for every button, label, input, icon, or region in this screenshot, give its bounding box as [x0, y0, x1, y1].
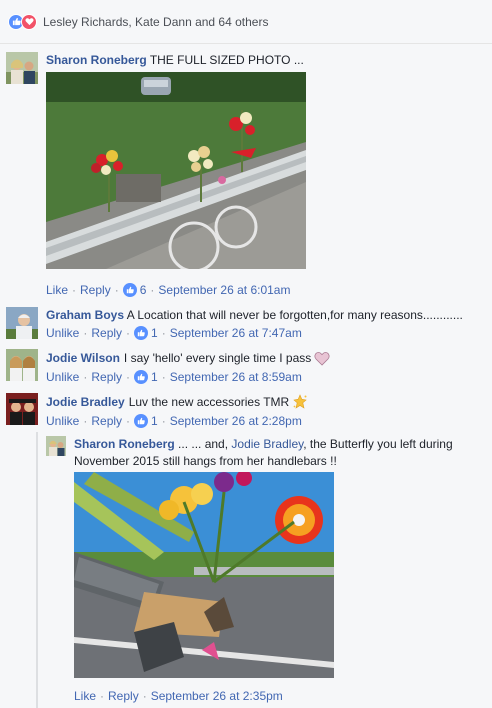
- comment-author[interactable]: Jodie Wilson: [46, 350, 120, 366]
- reply-thread-line: [36, 432, 38, 708]
- like-count[interactable]: 1: [151, 414, 158, 428]
- comment-item: Graham Boys A Location that will never b…: [0, 300, 492, 344]
- like-count-icon[interactable]: [134, 370, 149, 384]
- separator: ·: [142, 689, 147, 703]
- comment-timestamp[interactable]: September 26 at 8:59am: [170, 370, 302, 384]
- like-count-icon[interactable]: [122, 283, 137, 297]
- comment-timestamp[interactable]: September 26 at 2:28pm: [170, 414, 302, 428]
- reply-item: Sharon Roneberg ... ... and, Jodie Bradl…: [40, 432, 492, 708]
- separator: ·: [150, 283, 155, 297]
- reply-author[interactable]: Sharon Roneberg: [74, 437, 175, 451]
- like-count[interactable]: 6: [140, 283, 147, 297]
- comment-actions: Like · Reply · 6 · September 26 at 6:01a…: [46, 283, 290, 297]
- separator: ·: [83, 414, 88, 428]
- comment-item: Jodie Wilson I say 'hello' every single …: [0, 344, 492, 388]
- separator: ·: [83, 326, 88, 340]
- like-count-icon[interactable]: [134, 414, 149, 428]
- comment-item: Jodie Bradley Luv the new accessories TM…: [0, 388, 492, 432]
- avatar[interactable]: [6, 393, 38, 425]
- separator: ·: [126, 414, 131, 428]
- reply-button[interactable]: Reply: [80, 283, 111, 297]
- separator: ·: [114, 283, 119, 297]
- reply-button[interactable]: Reply: [91, 370, 122, 384]
- separator: ·: [100, 689, 105, 703]
- like-count-icon[interactable]: [134, 326, 149, 340]
- separator: ·: [161, 326, 166, 340]
- avatar[interactable]: [46, 436, 66, 456]
- reply-button[interactable]: Reply: [108, 689, 139, 703]
- reply-text-line2: November 2015 still hangs from her handl…: [74, 454, 337, 468]
- avatar[interactable]: [6, 307, 38, 339]
- like-count[interactable]: 1: [151, 370, 158, 384]
- comment-actions: Unlike · Reply · 1 · September 26 at 8:5…: [46, 370, 302, 384]
- reply-text: , the Butterfly you left during: [303, 437, 453, 451]
- unlike-button[interactable]: Unlike: [46, 370, 79, 384]
- comment-timestamp[interactable]: September 26 at 7:47am: [170, 326, 302, 340]
- sparkle-star-emoji-icon: [292, 394, 308, 410]
- avatar[interactable]: [6, 349, 38, 381]
- comment-timestamp[interactable]: September 26 at 6:01am: [158, 283, 290, 297]
- reactions-names[interactable]: Lesley Richards, Kate Dann and 64 others: [43, 15, 268, 29]
- like-count[interactable]: 1: [151, 326, 158, 340]
- reply-button[interactable]: Reply: [91, 326, 122, 340]
- comment-actions: Unlike · Reply · 1 · September 26 at 7:4…: [46, 326, 302, 340]
- comment-author[interactable]: Jodie Bradley: [46, 394, 125, 410]
- separator: ·: [126, 326, 131, 340]
- comment-actions: Unlike · Reply · 1 · September 26 at 2:2…: [46, 414, 302, 428]
- comment-text: THE FULL SIZED PHOTO ...: [149, 53, 304, 67]
- separator: ·: [126, 370, 131, 384]
- reply-button[interactable]: Reply: [91, 414, 122, 428]
- reply-photo[interactable]: [74, 472, 334, 678]
- separator: ·: [83, 370, 88, 384]
- reply-actions: Like · Reply · September 26 at 2:35pm: [74, 689, 283, 703]
- reply-text: ... ... and,: [178, 437, 229, 451]
- comment-text: I say 'hello' every single time I pass: [123, 351, 312, 365]
- comment-timestamp[interactable]: September 26 at 2:35pm: [151, 689, 283, 703]
- reactions-summary[interactable]: Lesley Richards, Kate Dann and 64 others: [0, 0, 492, 44]
- comment-author[interactable]: Sharon Roneberg: [46, 53, 147, 67]
- unlike-button[interactable]: Unlike: [46, 326, 79, 340]
- like-button[interactable]: Like: [74, 689, 96, 703]
- separator: ·: [72, 283, 77, 297]
- comment-text: Luv the new accessories TMR: [128, 395, 290, 409]
- separator: ·: [161, 370, 166, 384]
- comment-text: A Location that will never be forgotten,…: [126, 308, 463, 322]
- heart-emoji-icon: [314, 351, 330, 366]
- reaction-icons: [8, 13, 37, 30]
- like-button[interactable]: Like: [46, 283, 68, 297]
- unlike-button[interactable]: Unlike: [46, 414, 79, 428]
- comment-author[interactable]: Graham Boys: [46, 308, 124, 322]
- avatar[interactable]: [6, 52, 38, 84]
- comment-item: Sharon Roneberg THE FULL SIZED PHOTO ...: [0, 44, 492, 300]
- separator: ·: [161, 414, 166, 428]
- love-reaction-icon: [21, 13, 37, 30]
- mention-link[interactable]: Jodie Bradley: [231, 437, 303, 451]
- comment-photo[interactable]: [46, 72, 306, 269]
